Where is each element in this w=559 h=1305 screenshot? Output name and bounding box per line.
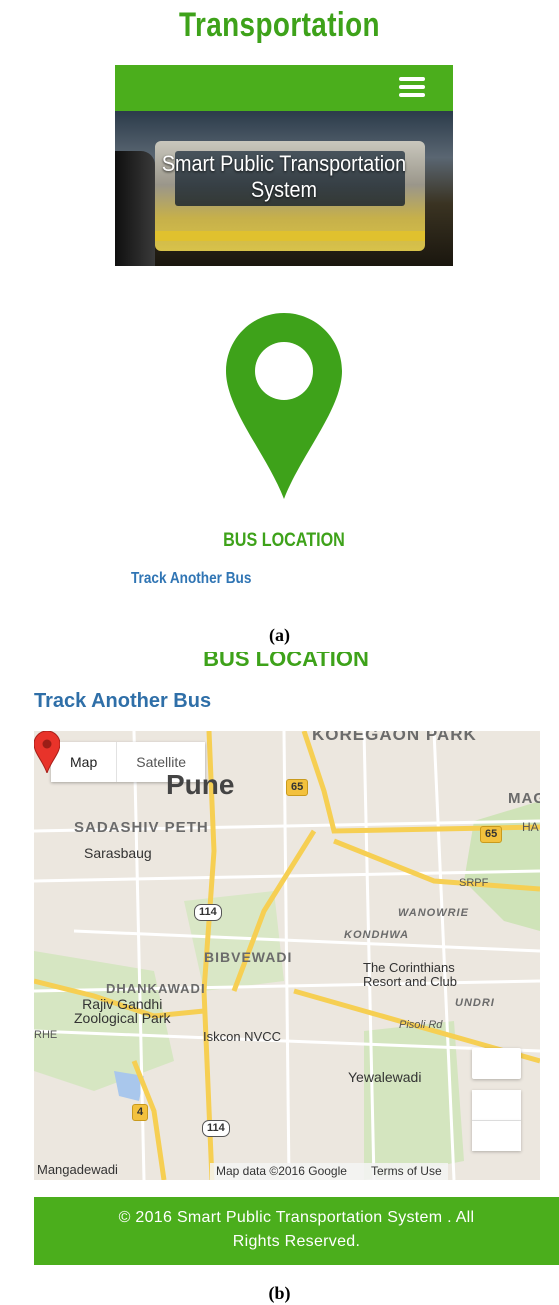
zoom-in-button[interactable] bbox=[472, 1090, 521, 1121]
terms-of-use-link[interactable]: Terms of Use bbox=[353, 1163, 448, 1180]
map-label-mag: MAG bbox=[508, 790, 540, 807]
footer: © 2016 Smart Public Transportation Syste… bbox=[34, 1197, 559, 1265]
map-label-rajiv-gandhi: Rajiv Gandhi Zoological Park bbox=[74, 997, 171, 1025]
map-label-wanowrie: WANOWRIE bbox=[398, 907, 469, 919]
hero-banner: Smart Public Transportation System bbox=[115, 111, 453, 266]
highway-shield-114: 114 bbox=[194, 904, 222, 921]
highway-shield-4: 4 bbox=[132, 1104, 149, 1121]
google-map[interactable]: Map Satellite KOREGAON PARK Pune MAG SAD… bbox=[34, 731, 540, 1180]
bus-location-heading-text: BUS LOCATION bbox=[203, 652, 369, 666]
map-label-corinthians-line2: Resort and Club bbox=[363, 974, 457, 989]
hero-title: Smart Public Transportation System bbox=[132, 151, 436, 203]
map-label-dhankawadi: DHANKAWADI bbox=[106, 981, 206, 996]
caption-a: (a) bbox=[269, 625, 290, 645]
map-label-rajiv-line2: Zoological Park bbox=[74, 1010, 171, 1026]
map-label-undri: UNDRI bbox=[455, 997, 495, 1009]
map-label-rhe: RHE bbox=[34, 1029, 58, 1041]
map-label-bibvewadi: BIBVEWADI bbox=[204, 949, 293, 965]
map-label-iskcon-nvcc: Iskcon NVCC bbox=[203, 1029, 282, 1044]
map-label-rajiv-line1: Rajiv Gandhi bbox=[82, 996, 163, 1012]
map-label-sarasbaug: Sarasbaug bbox=[84, 845, 152, 861]
map-type-map-button[interactable]: Map bbox=[51, 742, 116, 782]
bus-location-heading: BUS LOCATION bbox=[223, 530, 345, 551]
map-label-kondhwa: KONDHWA bbox=[344, 929, 410, 941]
map-label-pisoli-rd: Pisoli Rd bbox=[399, 1019, 443, 1031]
map-label-pune: Pune bbox=[166, 769, 235, 800]
footer-line2: Rights Reserved. bbox=[232, 1233, 361, 1250]
map-label-mangadewadi: Mangadewadi bbox=[37, 1162, 118, 1177]
map-label-koregaon-park: KOREGAON PARK bbox=[312, 731, 477, 744]
site-title: Transportation bbox=[179, 6, 380, 44]
highway-shield-65-right: 65 bbox=[480, 826, 503, 843]
map-attribution-text: Map data ©2016 Google bbox=[216, 1164, 347, 1178]
bus-image-stripe bbox=[155, 231, 425, 241]
bus-location-heading-cropped: BUS LOCATION bbox=[0, 652, 559, 666]
track-another-bus-link[interactable]: Track Another Bus bbox=[131, 570, 251, 588]
hero-title-line1: Smart Public Transportation bbox=[161, 151, 407, 176]
map-label-corinthians-line1: The Corinthians bbox=[363, 960, 455, 975]
footer-line1: © 2016 Smart Public Transportation Syste… bbox=[118, 1209, 475, 1226]
map-label-ha: HA bbox=[522, 820, 539, 834]
zoom-out-button[interactable] bbox=[472, 1121, 521, 1151]
navbar bbox=[115, 65, 453, 111]
map-label-sadashiv-peth: SADASHIV PETH bbox=[74, 819, 209, 836]
highway-shield-65: 65 bbox=[286, 779, 309, 796]
map-attribution: Map data ©2016 Google Terms of Use bbox=[210, 1163, 448, 1180]
map-control-button[interactable] bbox=[472, 1048, 521, 1079]
highway-shield-114-bottom: 114 bbox=[202, 1120, 230, 1137]
map-label-srpf: SRPF bbox=[459, 877, 489, 889]
map-label-yewalewadi: Yewalewadi bbox=[348, 1069, 422, 1085]
location-pin-icon bbox=[226, 313, 342, 499]
caption-b: (b) bbox=[268, 1283, 291, 1303]
map-label-corinthians: The Corinthians Resort and Club bbox=[363, 961, 457, 989]
track-another-bus-link[interactable]: Track Another Bus bbox=[34, 690, 211, 713]
map-marker-icon[interactable] bbox=[34, 731, 60, 773]
hamburger-menu-icon[interactable] bbox=[399, 77, 425, 97]
hero-title-line2: System bbox=[250, 177, 318, 202]
